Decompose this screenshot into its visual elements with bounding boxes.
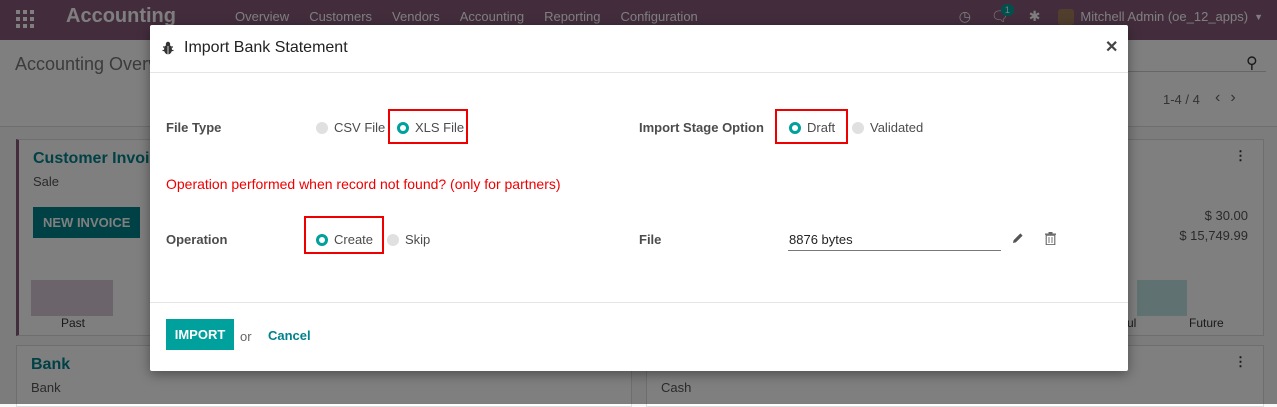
radio-button[interactable]: [397, 121, 409, 134]
radio-button[interactable]: [316, 233, 328, 246]
radio-button[interactable]: [852, 121, 864, 134]
radio-label: CSV File: [334, 120, 386, 135]
radio-label: Create: [334, 232, 374, 247]
modal-title: Import Bank Statement: [184, 39, 348, 56]
or-text: or: [240, 329, 252, 344]
radio-button[interactable]: [387, 233, 399, 246]
trash-icon[interactable]: [1045, 232, 1056, 245]
radio-button[interactable]: [316, 121, 328, 134]
radio-label: Skip: [405, 232, 431, 247]
file-type-label: File Type: [166, 120, 222, 135]
close-icon[interactable]: ✕: [1105, 37, 1118, 57]
radio-validated[interactable]: Validated: [852, 120, 923, 135]
radio-label: Draft: [807, 120, 836, 135]
import-bank-statement-dialog: Import Bank Statement ✕ File Type CSV Fi…: [150, 25, 1128, 371]
radio-label: XLS File: [415, 120, 465, 135]
modal-header: Import Bank Statement ✕: [150, 25, 1128, 73]
import-button[interactable]: IMPORT: [166, 319, 234, 350]
radio-xls-file[interactable]: XLS File: [397, 120, 464, 135]
import-stage-label: Import Stage Option: [639, 120, 764, 135]
file-field[interactable]: 8876 bytes: [788, 230, 1001, 251]
modal-footer: IMPORT or Cancel: [150, 302, 1128, 372]
radio-draft[interactable]: Draft: [789, 120, 835, 135]
pencil-icon[interactable]: [1012, 232, 1024, 244]
operation-warning-text: Operation performed when record not foun…: [166, 176, 561, 192]
operation-label: Operation: [166, 232, 228, 247]
radio-skip[interactable]: Skip: [387, 232, 430, 247]
bug-icon: [162, 41, 174, 55]
radio-create[interactable]: Create: [316, 232, 373, 247]
cancel-button[interactable]: Cancel: [268, 328, 311, 343]
file-size-value: 8876 bytes: [789, 232, 853, 247]
file-label: File: [639, 232, 662, 247]
radio-label: Validated: [870, 120, 924, 135]
radio-csv-file[interactable]: CSV File: [316, 120, 385, 135]
radio-button[interactable]: [789, 121, 801, 134]
